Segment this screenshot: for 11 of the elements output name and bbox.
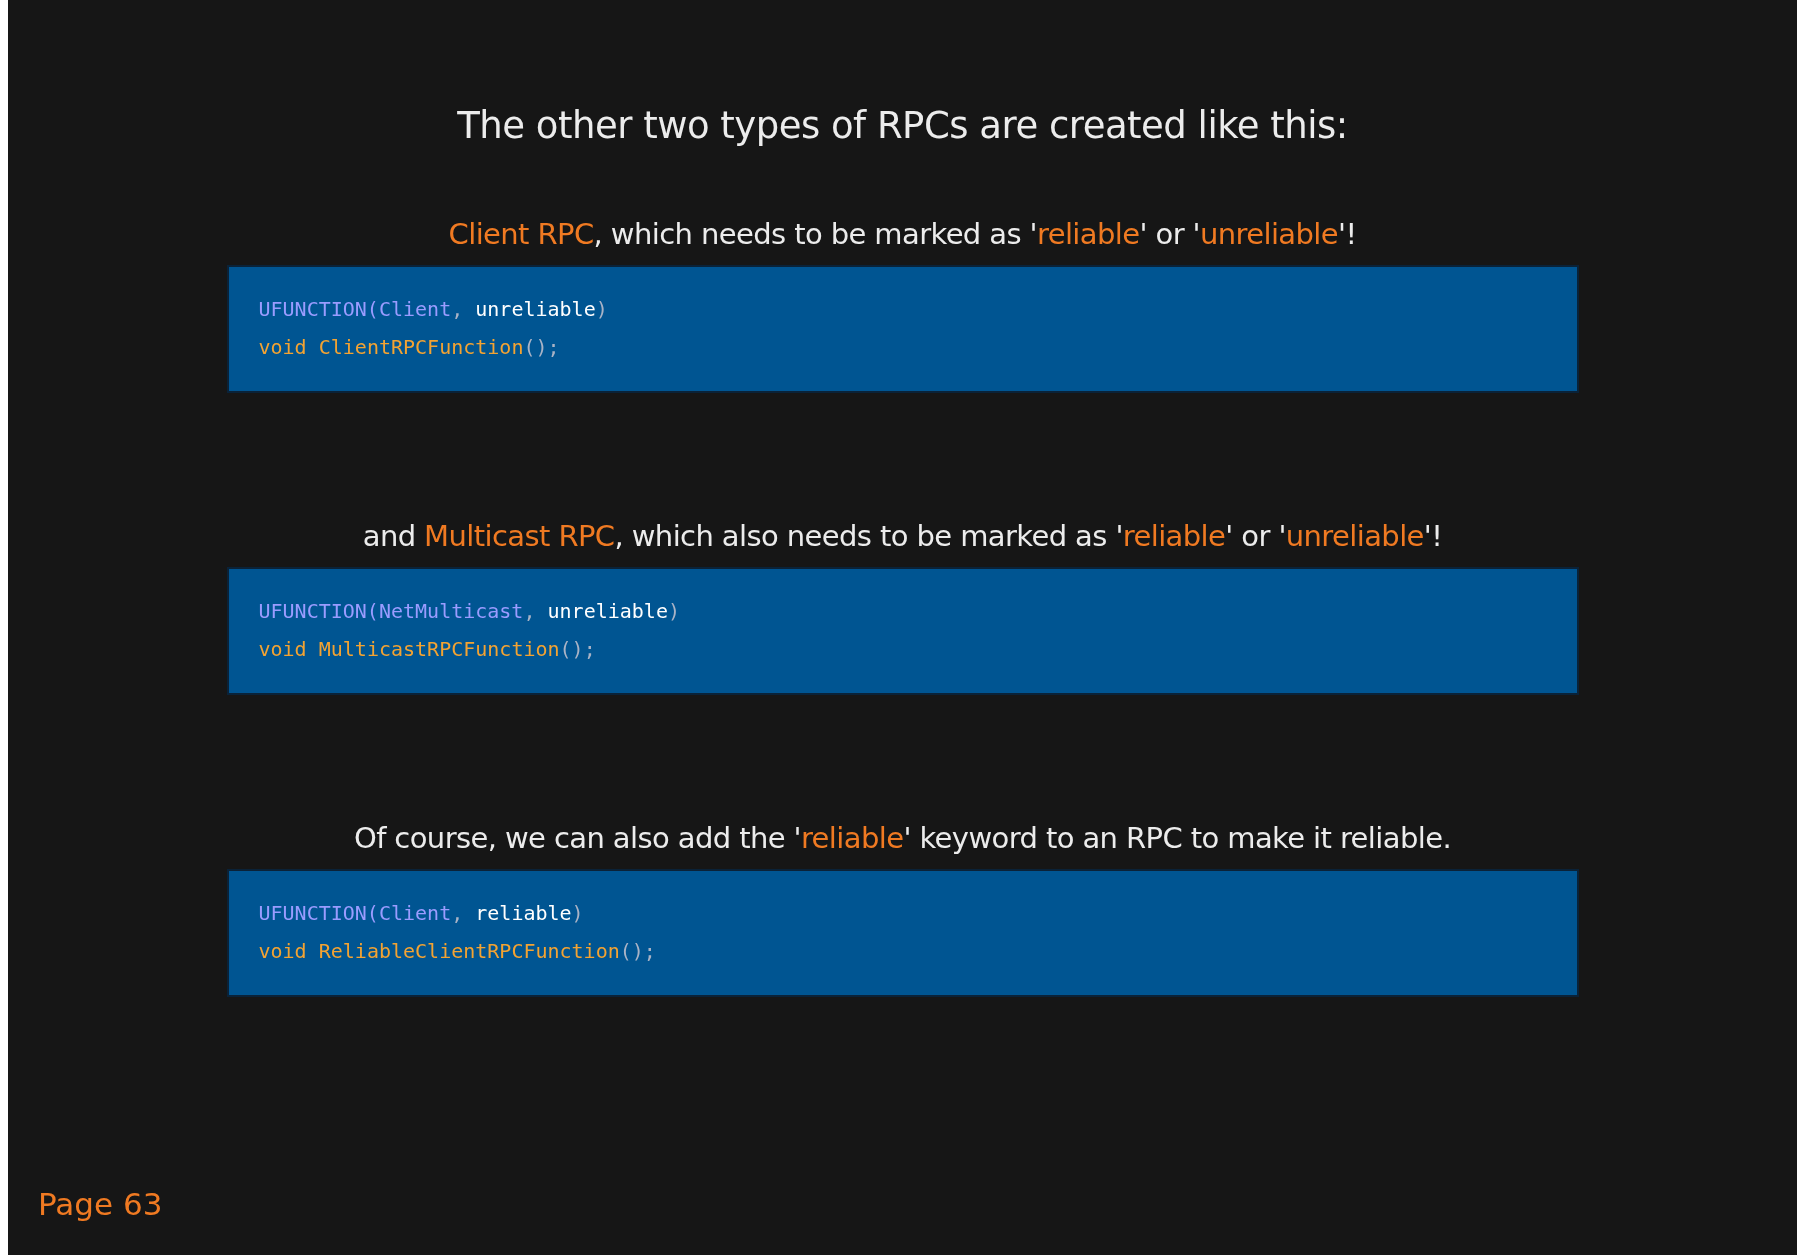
page-number: Page 63 [38,1186,163,1222]
code-line: void ClientRPCFunction(); [258,335,560,359]
section-heading: and Multicast RPC, which also needs to be marked as 'reliable' or 'unreliable'! [362,519,1443,553]
page-title: The other two types of RPCs are created like this: [457,104,1348,147]
code-line: UFUNCTION(Client, reliable) [258,901,584,925]
section-heading: Of course, we can also add the 'reliable' keyword to an RPC to make it reliable. [353,821,1452,855]
code-line: UFUNCTION(Client, unreliable) [258,297,608,321]
section-heading: Client RPC, which needs to be marked as 'reliable' or 'unreliable'! [448,217,1357,251]
code-line: void MulticastRPCFunction(); [258,637,596,661]
code-line: UFUNCTION(NetMulticast, unreliable) [258,599,680,623]
code-line: void ReliableClientRPCFunction(); [258,939,656,963]
